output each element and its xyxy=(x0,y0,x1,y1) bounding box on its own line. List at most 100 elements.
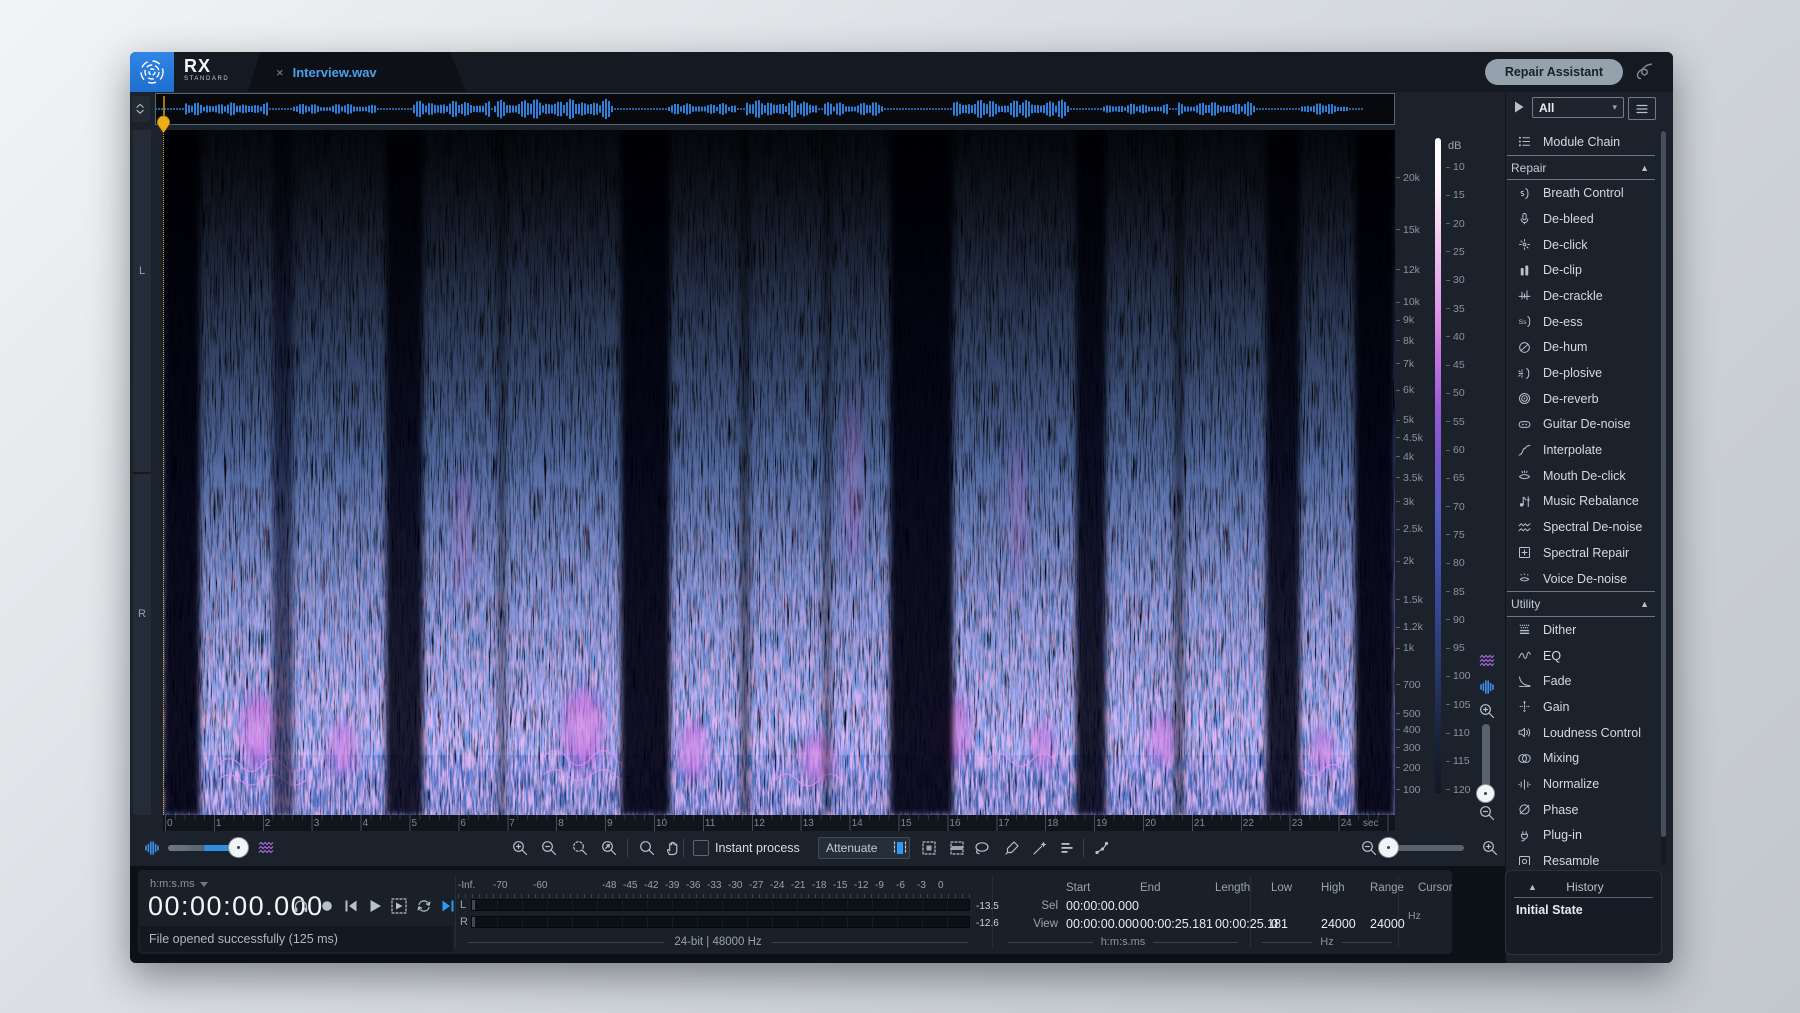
magic-wand-tool[interactable] xyxy=(1028,836,1052,860)
spectrogram-canvas[interactable] xyxy=(163,130,1395,815)
meter-scale-label: -45 xyxy=(623,880,637,891)
lasso-tool[interactable] xyxy=(970,836,994,860)
time-tick-label: 17 xyxy=(998,818,1009,829)
zoom-in-button[interactable] xyxy=(508,836,532,860)
freq-high-value[interactable]: 24000 xyxy=(1321,917,1356,931)
module-item-spectral-repair[interactable]: Spectral Repair xyxy=(1507,540,1655,566)
module-item-de-hum[interactable]: De-hum xyxy=(1507,335,1655,361)
tab-close-icon[interactable]: × xyxy=(276,65,284,80)
preview-play-button[interactable] xyxy=(388,895,410,917)
skip-back-button[interactable] xyxy=(340,895,362,917)
spectrogram-view-icon[interactable] xyxy=(1475,650,1499,672)
overview-collapse-button[interactable] xyxy=(132,96,150,122)
record-button[interactable] xyxy=(316,895,338,917)
zoom-fit-button[interactable] xyxy=(597,836,621,860)
panel-menu-button[interactable] xyxy=(1628,97,1656,120)
module-item-normalize[interactable]: Normalize xyxy=(1507,771,1655,797)
module-item-phase[interactable]: Phase xyxy=(1507,797,1655,823)
freq-range-value[interactable]: 24000 xyxy=(1370,917,1405,931)
module-filter-select[interactable]: All ▾ xyxy=(1532,97,1624,118)
module-item-eq[interactable]: EQ xyxy=(1507,643,1655,669)
history-item[interactable]: Initial State xyxy=(1516,903,1583,917)
vertical-zoom-in-button[interactable] xyxy=(1475,700,1499,722)
hand-tool-button[interactable] xyxy=(661,836,685,860)
module-list-scrollbar[interactable] xyxy=(1661,129,1666,865)
time-format-select[interactable]: h:m:s.ms xyxy=(150,878,208,890)
zoom-out-button[interactable] xyxy=(537,836,561,860)
section-header-repair[interactable]: Repair ▲ xyxy=(1507,155,1655,181)
collapse-icon[interactable]: ▲ xyxy=(1640,163,1649,173)
module-item-de-ess[interactable]: SsDe-ess xyxy=(1507,309,1655,335)
module-item-spectral-de-noise[interactable]: Spectral De-noise xyxy=(1507,514,1655,540)
gain-icon xyxy=(1517,699,1532,714)
instant-process-checkbox[interactable] xyxy=(693,840,709,856)
de-reverb-icon xyxy=(1517,391,1532,406)
time-tick-label: 10 xyxy=(656,818,667,829)
magnifier-tool-button[interactable] xyxy=(635,836,659,860)
waveform-view-icon[interactable] xyxy=(1475,676,1499,698)
meter-scale-label: -Inf. xyxy=(458,880,475,891)
select-frequency-tool[interactable] xyxy=(945,836,969,860)
module-item-de-reverb[interactable]: De-reverb xyxy=(1507,386,1655,412)
collapse-icon[interactable]: ▲ xyxy=(1640,599,1649,609)
module-item-guitar-de-noise[interactable]: Guitar De-noise xyxy=(1507,412,1655,438)
brush-tool[interactable] xyxy=(1000,836,1024,860)
module-item-interpolate[interactable]: Interpolate xyxy=(1507,437,1655,463)
module-item-fade[interactable]: Fade xyxy=(1507,668,1655,694)
module-item-de-plosive[interactable]: De-plosive xyxy=(1507,360,1655,386)
module-item-de-crackle[interactable]: De-crackle xyxy=(1507,283,1655,309)
time-ruler[interactable]: 0123456789101112131415161718192021222324… xyxy=(163,815,1395,831)
db-tick: 90 xyxy=(1446,614,1465,626)
view-start-value[interactable]: 00:00:00.000 xyxy=(1066,917,1139,931)
find-similar-tool[interactable] xyxy=(1055,836,1079,860)
file-tab[interactable]: × Interview.wav xyxy=(248,52,466,92)
sel-start-value[interactable]: 00:00:00.000 xyxy=(1066,899,1139,913)
module-item-de-clip[interactable]: De-clip xyxy=(1507,257,1655,283)
select-time-frequency-tool[interactable] xyxy=(917,836,941,860)
horizontal-zoom-knob[interactable] xyxy=(1378,837,1399,858)
zoom-selection-button[interactable] xyxy=(568,836,592,860)
monitor-headphones-button[interactable] xyxy=(290,895,312,917)
module-item-gain[interactable]: Gain xyxy=(1507,694,1655,720)
module-item-loudness-control[interactable]: Loudness Control xyxy=(1507,720,1655,746)
module-item-plug-in[interactable]: Plug-in xyxy=(1507,823,1655,849)
play-selection-button[interactable] xyxy=(437,895,459,917)
module-item-mouth-de-click[interactable]: Mouth De-click xyxy=(1507,463,1655,489)
module-item-dither[interactable]: Dither xyxy=(1507,617,1655,643)
history-collapse-icon[interactable]: ▲ xyxy=(1528,882,1537,892)
module-item-voice-de-noise[interactable]: Voice De-noise xyxy=(1507,566,1655,592)
scrollbar-thumb[interactable] xyxy=(1661,131,1666,837)
preview-play-icon[interactable] xyxy=(1507,95,1531,119)
loop-button[interactable] xyxy=(413,895,435,917)
waveform-spectrogram-balance-knob[interactable] xyxy=(228,837,249,858)
module-item-de-click[interactable]: De-click xyxy=(1507,232,1655,258)
amplitude-colorbar xyxy=(1435,138,1441,794)
module-item-de-bleed[interactable]: De-bleed xyxy=(1507,206,1655,232)
history-header[interactable]: ▲ History xyxy=(1514,877,1653,898)
draw-curve-tool[interactable] xyxy=(1090,836,1114,860)
desktop-background: RX STANDARD × Interview.wav Repair Assis… xyxy=(0,0,1800,1013)
vertical-zoom-out-button[interactable] xyxy=(1475,802,1499,824)
waveform-overview[interactable] xyxy=(155,93,1395,125)
section-header-utility[interactable]: Utility▲ xyxy=(1507,591,1655,617)
tab-filename[interactable]: Interview.wav xyxy=(293,65,377,80)
resample-icon xyxy=(1517,854,1532,865)
instant-process-label: Instant process xyxy=(715,841,800,855)
signal-flow-icon[interactable] xyxy=(1633,60,1655,82)
playhead-marker[interactable] xyxy=(156,114,171,134)
module-item-music-rebalance[interactable]: Music Rebalance xyxy=(1507,489,1655,515)
module-item-mixing[interactable]: Mixing xyxy=(1507,746,1655,772)
view-end-value[interactable]: 00:00:25.181 xyxy=(1140,917,1213,931)
module-chain-item[interactable]: Module Chain xyxy=(1507,129,1655,155)
section-title: Repair xyxy=(1511,161,1546,175)
select-time-tool[interactable] xyxy=(888,836,912,860)
freq-low-value[interactable]: 0 xyxy=(1271,917,1278,931)
play-button[interactable] xyxy=(364,895,386,917)
module-item-breath-control[interactable]: Breath Control xyxy=(1507,180,1655,206)
channel-divider xyxy=(133,472,151,474)
vertical-zoom-knob[interactable] xyxy=(1476,784,1495,803)
horizontal-zoom-in-button[interactable] xyxy=(1478,836,1502,860)
module-item-resample[interactable]: Resample xyxy=(1507,848,1655,865)
repair-assistant-button[interactable]: Repair Assistant xyxy=(1485,59,1623,85)
channel-strip[interactable]: L R xyxy=(133,130,151,815)
